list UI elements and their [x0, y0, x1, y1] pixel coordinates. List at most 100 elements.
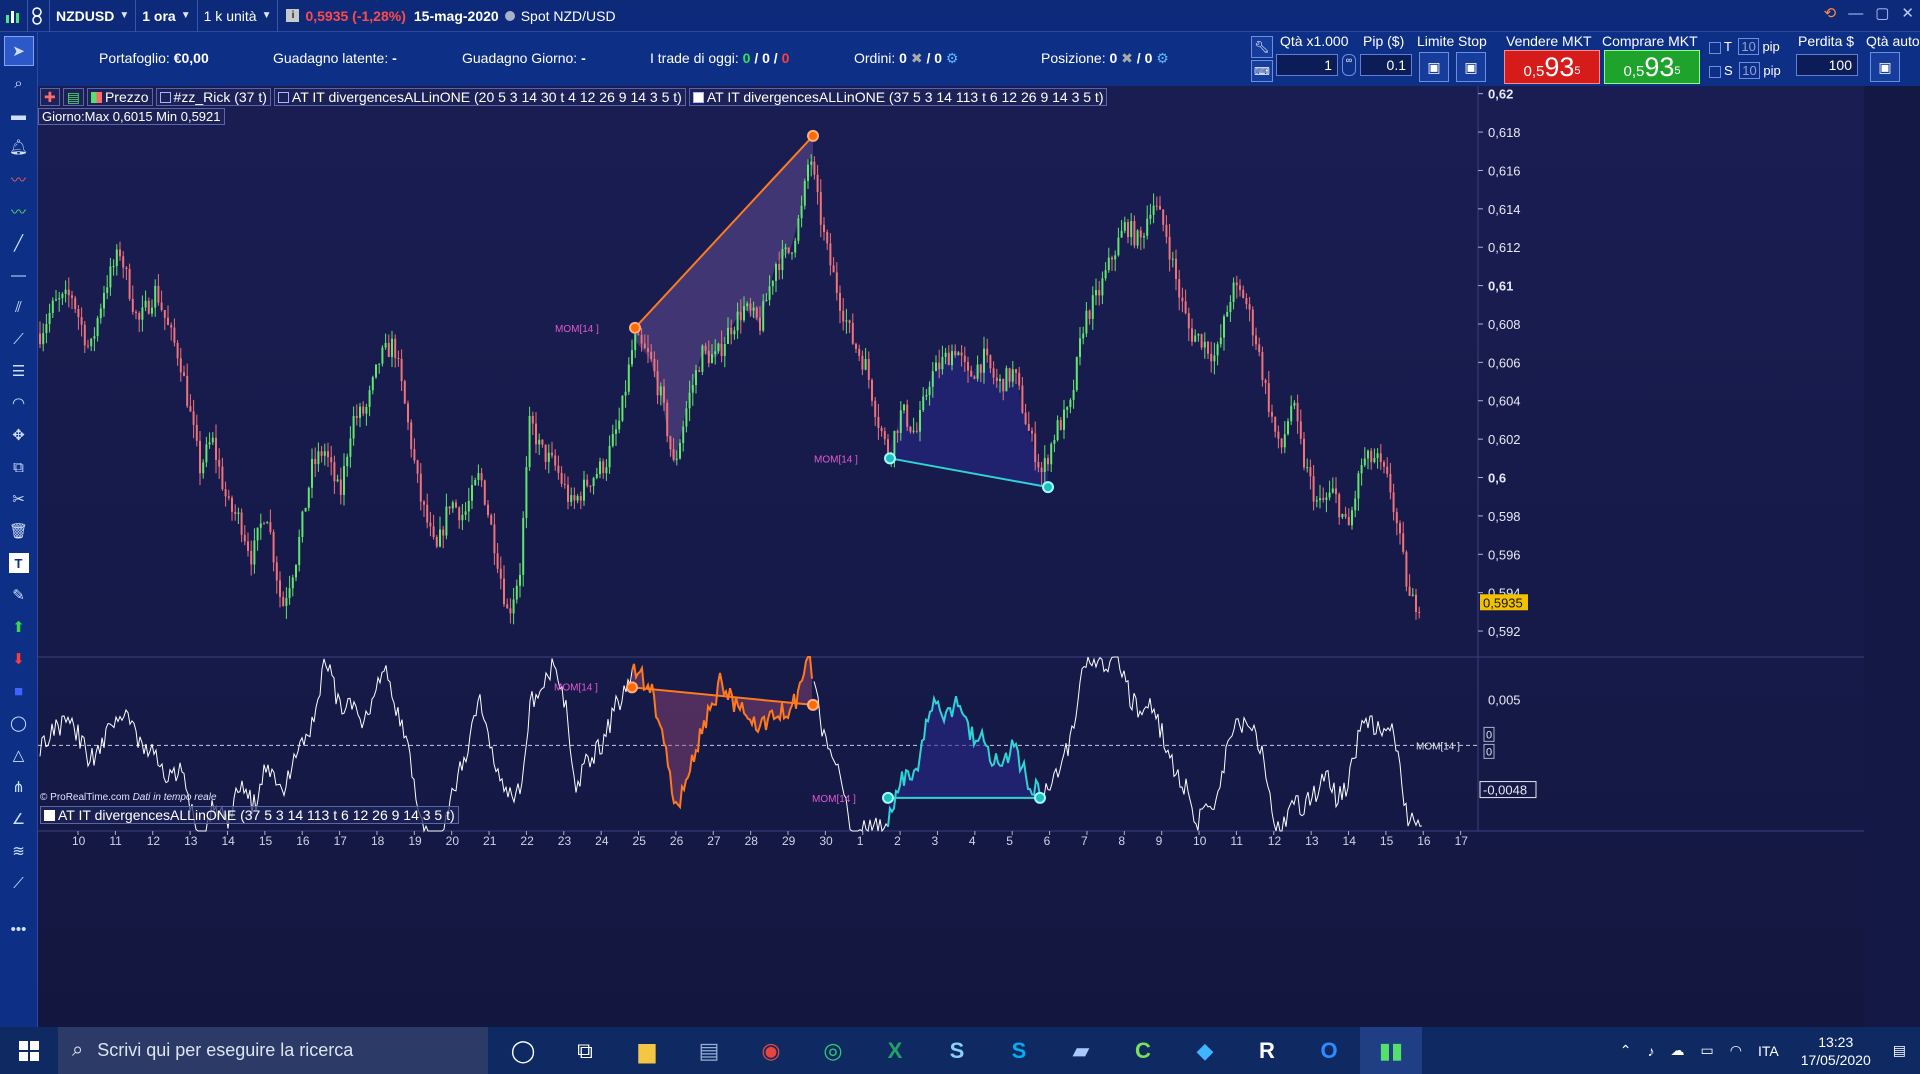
loss-input[interactable]	[1796, 54, 1858, 76]
cursor-icon[interactable]: ➤	[3, 36, 34, 66]
excel-icon[interactable]: X	[864, 1027, 926, 1074]
chart-settings-icon[interactable]: ✚	[40, 88, 60, 106]
keyboard-icon[interactable]: ⌨	[1251, 60, 1273, 82]
notes-app-icon[interactable]: ▰	[1050, 1027, 1112, 1074]
triangle-icon[interactable]: △	[4, 740, 34, 770]
r-app-icon[interactable]: R	[1236, 1027, 1298, 1074]
legend-zz-rick[interactable]: #zz_Rick (37 t)	[155, 88, 271, 106]
pip-value-input[interactable]	[1360, 54, 1412, 76]
qty-link-icon[interactable]: ∞	[1342, 54, 1356, 76]
minimize-icon[interactable]: —	[1848, 5, 1863, 22]
units-selector[interactable]: 1 k unità ▼	[198, 0, 279, 32]
pencil-icon[interactable]: ✎	[4, 580, 34, 610]
gann-icon[interactable]: ⟋	[4, 868, 34, 898]
link-icon[interactable]	[28, 0, 50, 32]
photos-app-icon[interactable]: ▤	[678, 1027, 740, 1074]
take-profit-checkbox[interactable]	[1709, 41, 1721, 54]
refresh-icon[interactable]: ⟲	[1824, 4, 1837, 22]
chart-area[interactable]: ✚ ▤ Prezzo #zz_Rick (37 t) AT IT diverge…	[38, 86, 1864, 1032]
volume-icon[interactable]: ♪	[1647, 1043, 1654, 1059]
zigzag-green-icon[interactable]: 〰	[4, 196, 34, 226]
buy-market-button[interactable]: 0,5 93 5	[1604, 50, 1700, 84]
tools-icon[interactable]: ✂	[4, 484, 34, 514]
trash-icon[interactable]: 🗑︎	[4, 516, 34, 546]
indicator-legend[interactable]: AT IT divergencesALLinONE (37 5 3 14 113…	[40, 806, 459, 824]
copy-icon[interactable]: ⧉	[4, 452, 34, 482]
zero-marker-b-label: 0	[1486, 746, 1492, 758]
move-icon[interactable]: ✥	[4, 420, 34, 450]
language-indicator[interactable]: ITA	[1758, 1043, 1779, 1059]
notifications-icon[interactable]: ▤	[1893, 1042, 1906, 1059]
taskbar-search-placeholder: Scrivi qui per eseguire la ricerca	[97, 1040, 354, 1060]
legend-divergences-1[interactable]: AT IT divergencesALLinONE (20 5 3 14 30 …	[273, 88, 686, 106]
sell-market-button[interactable]: 0,5 93 5	[1504, 50, 1600, 84]
stop-order-icon[interactable]: ▣	[1456, 52, 1486, 82]
legend-divergences-2[interactable]: AT IT divergencesALLinONE (37 5 3 14 113…	[688, 88, 1108, 106]
cancel-x-icon[interactable]: ✖	[911, 50, 923, 66]
settings-gear-icon[interactable]: ⚙	[1156, 50, 1169, 66]
file-explorer-icon[interactable]: ▆	[616, 1027, 678, 1074]
more-icon[interactable]: •••	[4, 914, 34, 944]
take-profit-pips[interactable]: 10	[1738, 38, 1759, 55]
ruler-icon[interactable]: ▬	[4, 100, 34, 130]
whatsapp-icon[interactable]: ◎	[802, 1027, 864, 1074]
cortana-icon[interactable]: ◯	[492, 1027, 554, 1074]
position-info[interactable]: Posizione: 0 ✖ / 0 ⚙	[1041, 50, 1169, 67]
indicator-visible-checkbox[interactable]	[44, 809, 55, 821]
info-icon[interactable]: i	[286, 9, 300, 22]
chart-type-icon[interactable]: ▤	[62, 88, 84, 106]
s-app-icon[interactable]: S	[926, 1027, 988, 1074]
stop-loss-checkbox[interactable]	[1709, 65, 1721, 78]
close-icon[interactable]: ✕	[1901, 4, 1914, 22]
candle-body	[1299, 421, 1302, 439]
zoom-icon[interactable]: ⌕	[4, 68, 34, 98]
regression-icon[interactable]: ≋	[4, 836, 34, 866]
skype-icon[interactable]: S	[988, 1027, 1050, 1074]
kodi-icon[interactable]: ◆	[1174, 1027, 1236, 1074]
c-app-icon[interactable]: C	[1112, 1027, 1174, 1074]
limit-order-icon[interactable]: ▣	[1419, 52, 1449, 82]
qty-input[interactable]	[1276, 54, 1338, 76]
candle-body	[375, 364, 377, 378]
settings-gear-icon[interactable]: ⚙	[946, 50, 959, 66]
horizontal-line-icon[interactable]: ―	[4, 260, 34, 290]
restore-icon[interactable]: ▢	[1875, 4, 1889, 22]
taskbar-clock[interactable]: 13:23 17/05/2020	[1801, 1033, 1871, 1069]
fibonacci-fan-icon[interactable]: ⟋	[4, 324, 34, 354]
orders-info[interactable]: Ordini: 0 ✖ / 0 ⚙	[854, 50, 958, 67]
legend-price[interactable]: Prezzo	[86, 88, 153, 106]
prorealtime-taskbar-icon[interactable]: ▮▮	[1360, 1027, 1422, 1074]
wrench-icon[interactable]: 🔧︎	[1251, 36, 1273, 58]
fibonacci-retracement-icon[interactable]: ☰	[4, 356, 34, 386]
symbol-selector[interactable]: NZDUSD ▼	[50, 0, 137, 32]
outlook-icon[interactable]: O	[1298, 1027, 1360, 1074]
windows-start-icon[interactable]	[0, 1027, 58, 1074]
timeframe-selector[interactable]: 1 ora ▼	[136, 0, 198, 32]
chrome-icon[interactable]: ◉	[740, 1027, 802, 1074]
taskbar-search-box[interactable]: ⌕ Scrivi qui per eseguire la ricerca	[58, 1027, 488, 1074]
auto-qty-calculator-icon[interactable]: ▣	[1870, 52, 1900, 82]
price-and-indicator-chart[interactable]: 0,620,6180,6160,6140,6120,610,6080,6060,…	[38, 86, 1864, 1032]
app-icon[interactable]	[0, 0, 28, 32]
ellipse-icon[interactable]: ◯	[4, 708, 34, 738]
task-view-icon[interactable]: ⧉	[554, 1027, 616, 1074]
arrow-up-icon[interactable]: ⬆	[4, 612, 34, 642]
today-trades-info[interactable]: I trade di oggi: 0 / 0 / 0	[650, 50, 789, 66]
chevron-up-icon[interactable]: ⌃	[1620, 1042, 1632, 1059]
rectangle-icon[interactable]: ■	[4, 676, 34, 706]
cloud-icon[interactable]: ☁	[1670, 1042, 1684, 1059]
line-icon[interactable]: ╱	[4, 228, 34, 258]
channel-icon[interactable]: ⫽	[4, 292, 34, 322]
alarm-bell-icon[interactable]: 🔔︎	[4, 132, 34, 162]
wifi-icon[interactable]: ◠	[1730, 1042, 1742, 1059]
cancel-x-icon[interactable]: ✖	[1121, 50, 1133, 66]
storage-icon[interactable]: ▭	[1700, 1042, 1713, 1059]
fibonacci-arc-icon[interactable]: ◠	[4, 388, 34, 418]
angle-icon[interactable]: ∠	[4, 804, 34, 834]
zigzag-red-icon[interactable]: 〰	[4, 164, 34, 194]
pitchfork-icon[interactable]: ⋔	[4, 772, 34, 802]
arrow-down-icon[interactable]: ⬇	[4, 644, 34, 674]
text-icon[interactable]: T	[8, 553, 29, 573]
stop-loss-pips[interactable]: 10	[1739, 62, 1760, 79]
candle-body	[263, 523, 265, 525]
